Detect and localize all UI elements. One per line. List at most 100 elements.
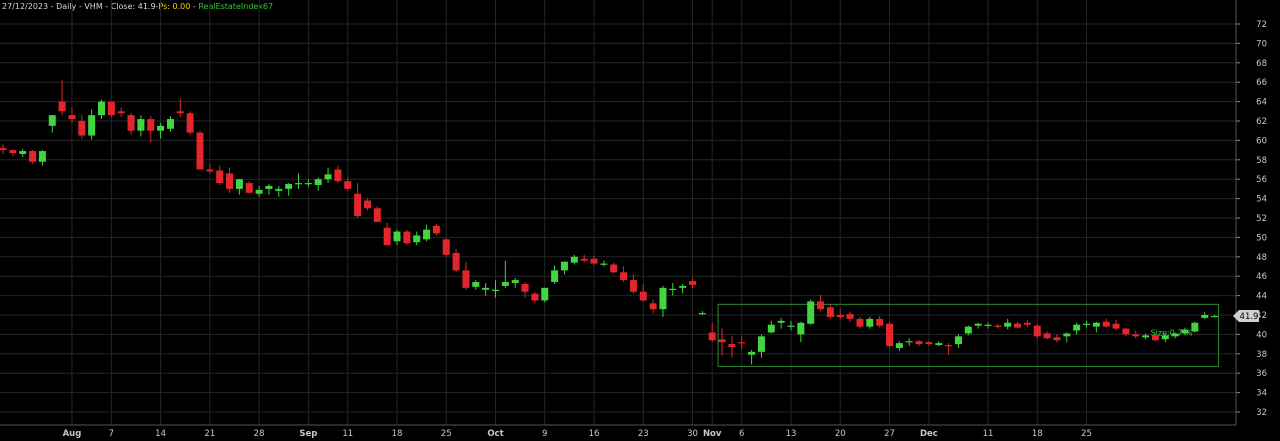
x-tick-label: 11 <box>342 429 353 439</box>
candle-body <box>1004 322 1012 327</box>
candle-body <box>1102 321 1110 327</box>
candle-body <box>620 272 628 281</box>
candle-body <box>393 231 401 242</box>
x-tick-label: 20 <box>835 429 846 439</box>
y-tick-label: 52 <box>1256 214 1267 224</box>
candle-body <box>560 261 568 271</box>
candle-body <box>649 303 657 310</box>
candle-body <box>1122 328 1130 335</box>
candle-body <box>767 324 775 333</box>
candle-body <box>0 148 7 151</box>
candle-body <box>196 132 204 170</box>
candle-body <box>295 183 302 185</box>
candle-body <box>826 307 834 317</box>
candle-body <box>905 341 913 343</box>
candle-body <box>1171 333 1179 337</box>
candle-body <box>383 227 391 246</box>
candle-body <box>1043 333 1051 339</box>
candle-body <box>757 336 765 352</box>
candle-body <box>48 115 56 126</box>
y-tick-label: 68 <box>1256 59 1267 69</box>
candle-body <box>226 173 234 189</box>
candle-body <box>639 291 647 301</box>
candle-body <box>9 150 17 154</box>
candle-body <box>107 101 115 116</box>
candle-body <box>777 320 785 323</box>
candle-body <box>1073 324 1081 331</box>
y-tick-label: 70 <box>1256 39 1267 49</box>
candle-body <box>698 313 706 315</box>
candle-body <box>492 289 499 291</box>
y-tick-label: 38 <box>1256 350 1267 360</box>
x-tick-label: Aug <box>63 429 82 439</box>
x-tick-label: Oct <box>487 429 503 439</box>
candle-body <box>1161 335 1169 340</box>
candle-body <box>452 252 460 271</box>
candlestick-chart[interactable]: 3234363840424446485052545658606264666870… <box>0 0 1280 441</box>
candle-body <box>787 325 795 327</box>
candle-body <box>521 283 529 292</box>
candle-body <box>442 239 450 255</box>
candle-body <box>935 343 943 346</box>
y-tick-label: 40 <box>1256 330 1267 340</box>
candle-body <box>610 264 618 273</box>
y-tick-label: 32 <box>1256 408 1267 418</box>
candle-body <box>127 115 135 131</box>
candle-body <box>689 281 696 285</box>
candle-body <box>334 169 342 182</box>
candle-body <box>915 341 923 345</box>
candle-body <box>1014 323 1022 328</box>
candle-body <box>166 119 174 129</box>
y-tick-label: 58 <box>1256 156 1267 166</box>
x-tick-label: 25 <box>441 429 452 439</box>
candle-body <box>866 318 874 327</box>
last-price-label: 41.9 <box>1240 312 1259 322</box>
candle-body <box>29 151 37 162</box>
candle-body <box>856 318 864 327</box>
candle-body <box>669 288 677 291</box>
candle-body <box>235 179 243 189</box>
candle-body <box>511 280 519 283</box>
y-tick-label: 56 <box>1256 175 1267 185</box>
candle-body <box>501 282 509 286</box>
candle-body <box>738 342 746 344</box>
candle-body <box>945 345 953 347</box>
candle-body <box>1023 322 1031 325</box>
y-tick-label: 44 <box>1256 292 1267 302</box>
x-tick-label: 23 <box>638 429 649 439</box>
candle-body <box>629 280 637 292</box>
x-tick-label: 21 <box>204 429 215 439</box>
y-tick-label: 46 <box>1256 272 1267 282</box>
candle-body <box>580 258 588 261</box>
x-tick-label: 9 <box>542 429 547 439</box>
candle-body <box>314 179 322 186</box>
x-tick-label: 6 <box>739 429 744 439</box>
x-tick-label: Nov <box>703 429 722 439</box>
candle-body <box>531 293 539 301</box>
candle-body <box>679 285 687 288</box>
candle-body <box>964 326 972 334</box>
candle-body <box>157 125 165 131</box>
candle-body <box>1201 315 1209 318</box>
y-tick-label: 66 <box>1256 78 1267 88</box>
candle-body <box>708 332 716 341</box>
candle-body <box>137 119 145 131</box>
candle-body <box>1211 315 1219 318</box>
candle-body <box>285 184 293 189</box>
candle-body <box>147 119 155 131</box>
y-tick-label: 50 <box>1256 233 1267 243</box>
candle-body <box>1151 335 1159 341</box>
candle-body <box>255 189 263 194</box>
candle-body <box>551 270 559 283</box>
candle-body <box>876 318 884 326</box>
candle-body <box>718 339 726 343</box>
candle-body <box>600 263 608 265</box>
candle-body <box>925 342 933 345</box>
candle-body <box>984 324 992 326</box>
y-tick-label: 48 <box>1256 253 1267 263</box>
x-tick-label: 30 <box>687 429 698 439</box>
candle-body <box>432 225 440 234</box>
candle-body <box>413 235 421 243</box>
candle-body <box>68 115 76 120</box>
candle-body <box>98 101 105 116</box>
